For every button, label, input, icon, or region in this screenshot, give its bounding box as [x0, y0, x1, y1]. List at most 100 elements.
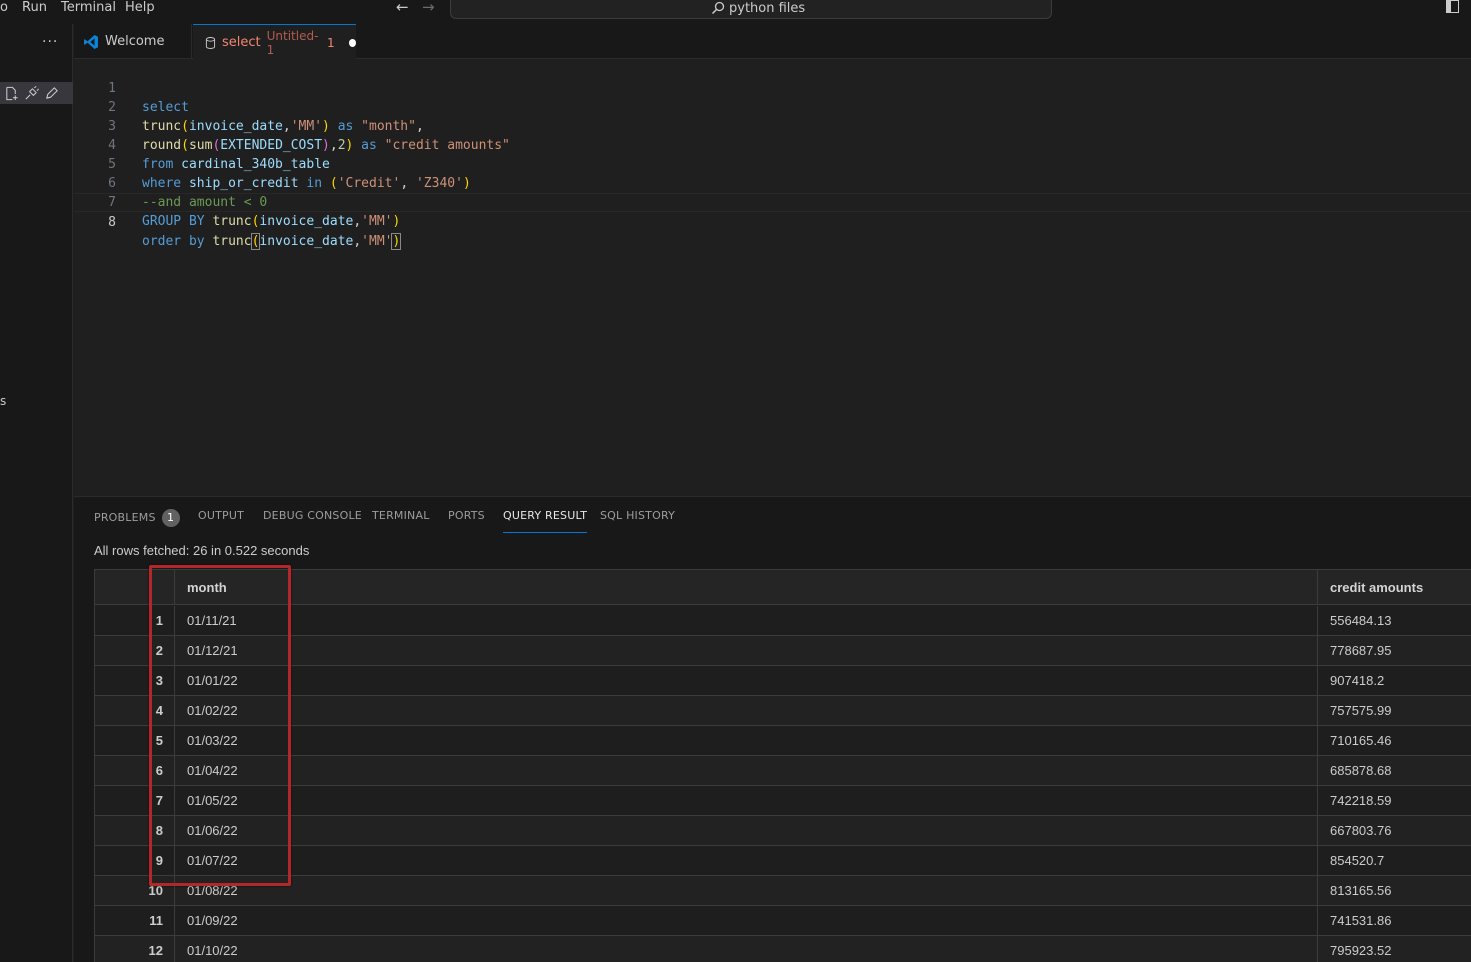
- toggle-sidebar-icon[interactable]: [1446, 0, 1459, 13]
- month-cell[interactable]: 01/04/22: [175, 756, 1318, 785]
- table-row[interactable]: 4 01/02/22 757575.99: [95, 696, 1471, 726]
- grid-header-row: month credit amounts: [95, 570, 1471, 605]
- row-number-cell: 8: [95, 816, 175, 845]
- code-line: 2 trunc(invoice_date,'MM') as "month",: [74, 79, 1471, 134]
- month-cell[interactable]: 01/06/22: [175, 816, 1318, 845]
- credit-amount-cell[interactable]: 741531.86: [1318, 906, 1471, 935]
- back-arrow-icon[interactable]: ←: [396, 0, 409, 15]
- credit-amount-cell[interactable]: 813165.56: [1318, 876, 1471, 905]
- bottom-panel: PROBLEMS 1 OUTPUT DEBUG CONSOLE TERMINAL …: [74, 496, 1471, 962]
- database-icon: [205, 36, 216, 49]
- command-center[interactable]: python files: [450, 0, 1052, 19]
- credit-amount-cell[interactable]: 854520.7: [1318, 846, 1471, 875]
- table-row[interactable]: 3 01/01/22 907418.2: [95, 666, 1471, 696]
- credit-amount-cell[interactable]: 907418.2: [1318, 666, 1471, 695]
- month-cell[interactable]: 01/07/22: [175, 846, 1318, 875]
- tab-problems[interactable]: PROBLEMS 1: [94, 509, 180, 533]
- month-cell[interactable]: 01/05/22: [175, 786, 1318, 815]
- unsaved-dot-icon[interactable]: [348, 38, 356, 47]
- tab-select-description: Untitled-1: [266, 28, 319, 57]
- row-number-cell: 2: [95, 636, 175, 665]
- sidebar: ··· s: [0, 24, 73, 962]
- credit-amount-cell[interactable]: 778687.95: [1318, 636, 1471, 665]
- credit-amount-cell[interactable]: 742218.59: [1318, 786, 1471, 815]
- command-center-text: python files: [729, 0, 806, 16]
- month-cell[interactable]: 01/02/22: [175, 696, 1318, 725]
- table-row[interactable]: 8 01/06/22 667803.76: [95, 816, 1471, 846]
- tab-debug-console[interactable]: DEBUG CONSOLE: [263, 509, 362, 533]
- month-cell[interactable]: 01/03/22: [175, 726, 1318, 755]
- tab-problem-count: 1: [327, 35, 335, 50]
- table-row[interactable]: 2 01/12/21 778687.95: [95, 636, 1471, 666]
- more-actions-icon[interactable]: ···: [42, 34, 58, 50]
- result-grid[interactable]: month credit amounts 1 01/11/21 556484.13 2…: [94, 569, 1471, 962]
- row-number-cell: 10: [95, 876, 175, 905]
- row-number-header: [95, 570, 175, 604]
- row-number-cell: 7: [95, 786, 175, 815]
- credit-amount-cell[interactable]: 795923.52: [1318, 936, 1471, 962]
- tab-query-result[interactable]: QUERY RESULT: [503, 509, 588, 533]
- row-number-cell: 5: [95, 726, 175, 755]
- month-cell[interactable]: 01/11/21: [175, 606, 1318, 635]
- column-header-credit-amounts[interactable]: credit amounts: [1318, 570, 1471, 604]
- tab-terminal[interactable]: TERMINAL: [372, 509, 430, 533]
- table-row[interactable]: 7 01/05/22 742218.59: [95, 786, 1471, 816]
- code-line: 7 GROUP BY trunc(invoice_date,'MM'): [74, 174, 1471, 229]
- tab-welcome[interactable]: Welcome: [74, 24, 192, 59]
- tab-output[interactable]: OUTPUT: [198, 509, 244, 533]
- menu-item-go[interactable]: o: [0, 0, 8, 16]
- menu-item-terminal[interactable]: Terminal: [61, 0, 116, 16]
- code-text: order by trunc(invoice_date,'MM'): [142, 233, 402, 250]
- code-line: 6 --and amount < 0: [74, 155, 1471, 210]
- title-bar: o Run Terminal Help ← → python files: [0, 0, 1471, 24]
- row-number-cell: 6: [95, 756, 175, 785]
- row-number-cell: 12: [95, 936, 175, 962]
- month-cell[interactable]: 01/08/22: [175, 876, 1318, 905]
- query-status: All rows fetched: 26 in 0.522 seconds: [94, 543, 310, 558]
- code-text: GROUP BY trunc(invoice_date,'MM'): [142, 214, 401, 229]
- credit-amount-cell[interactable]: 667803.76: [1318, 816, 1471, 845]
- code-line: 5 where ship_or_credit in ('Credit', 'Z3…: [74, 136, 1471, 191]
- table-row[interactable]: 9 01/07/22 854520.7: [95, 846, 1471, 876]
- vscode-logo-icon: [84, 34, 98, 49]
- tab-welcome-label: Welcome: [105, 34, 165, 49]
- column-header-month[interactable]: month: [175, 570, 1318, 604]
- month-cell[interactable]: 01/12/21: [175, 636, 1318, 665]
- tab-sql-history[interactable]: SQL HISTORY: [600, 509, 675, 533]
- month-cell[interactable]: 01/09/22: [175, 906, 1318, 935]
- tab-select-untitled[interactable]: select Untitled-1 1: [193, 24, 356, 60]
- table-row[interactable]: 5 01/03/22 710165.46: [95, 726, 1471, 756]
- forward-arrow-icon[interactable]: →: [422, 0, 435, 15]
- credit-amount-cell[interactable]: 685878.68: [1318, 756, 1471, 785]
- row-number-cell: 9: [95, 846, 175, 875]
- sidebar-toolbar: [0, 82, 73, 104]
- month-cell[interactable]: 01/01/22: [175, 666, 1318, 695]
- line-number: 8: [108, 215, 116, 230]
- row-number-cell: 11: [95, 906, 175, 935]
- credit-amount-cell[interactable]: 710165.46: [1318, 726, 1471, 755]
- code-line-current: 8 order by trunc(invoice_date,'MM'): [74, 193, 1471, 250]
- connect-plug-icon[interactable]: [24, 85, 39, 101]
- table-row[interactable]: 10 01/08/22 813165.56: [95, 876, 1471, 906]
- code-line: 3 round(sum(EXTENDED_COST),2) as "credit…: [74, 98, 1471, 153]
- tab-select-label: select: [221, 35, 261, 50]
- search-icon: [711, 1, 725, 15]
- credit-amount-cell[interactable]: 757575.99: [1318, 696, 1471, 725]
- month-cell[interactable]: 01/10/22: [175, 936, 1318, 962]
- tab-problems-label: PROBLEMS: [94, 511, 156, 524]
- tab-ports[interactable]: PORTS: [448, 509, 485, 533]
- table-row[interactable]: 6 01/04/22 685878.68: [95, 756, 1471, 786]
- row-number-cell: 3: [95, 666, 175, 695]
- menu-item-run[interactable]: Run: [22, 0, 47, 16]
- new-file-icon[interactable]: [4, 86, 19, 101]
- code-editor[interactable]: 1 select 2 trunc(invoice_date,'MM') as "…: [74, 60, 1471, 496]
- code-line: 1 select: [74, 60, 1471, 115]
- table-row[interactable]: 11 01/09/22 741531.86: [95, 906, 1471, 936]
- table-row[interactable]: 12 01/10/22 795923.52: [95, 936, 1471, 962]
- row-number-cell: 1: [95, 606, 175, 635]
- menu-item-help[interactable]: Help: [125, 0, 155, 16]
- sidebar-text-fragment: s: [0, 394, 7, 408]
- table-row[interactable]: 1 01/11/21 556484.13: [95, 606, 1471, 636]
- credit-amount-cell[interactable]: 556484.13: [1318, 606, 1471, 635]
- edit-pencil-icon[interactable]: [44, 86, 59, 101]
